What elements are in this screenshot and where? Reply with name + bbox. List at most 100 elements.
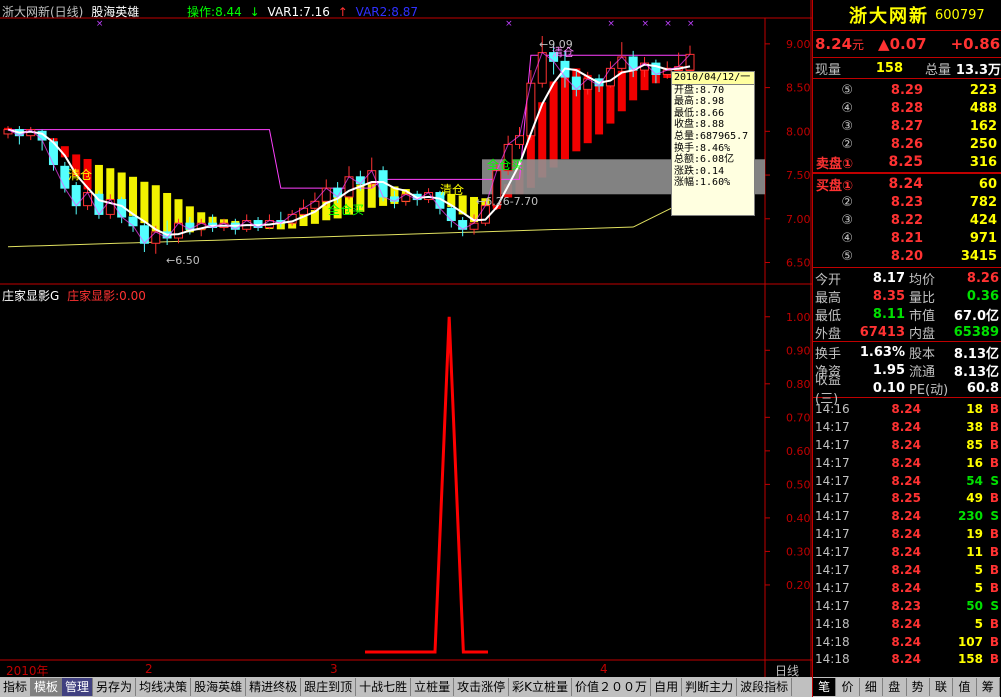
quote-tab-7[interactable]: 筹 [977,678,1000,696]
bid-level: ② 8.23 782 [841,194,997,210]
candle-body [571,76,581,90]
y-tick-label: 9.00 [786,38,811,51]
price-change: ▲0.07 [878,35,927,53]
y-tick-label: 8.50 [786,82,811,95]
quote-tab-6[interactable]: 值 [953,678,977,696]
signal-marker-x: × [96,19,104,29]
tick-row: 14:18 8.24 5 B [815,616,999,631]
toolbar-tab-13[interactable]: 自用 [651,678,683,696]
quote-panel: 浙大网新 600797 8.24 元 ▲0.07 +0.86 现量 158 总量… [812,0,1001,697]
tick-list: 14:16 8.24 18 B 14:17 8.24 38 B 14:17 8.24 85 B 14:1… [813,398,1001,668]
toolbar-tab-7[interactable]: 跟庄到顶 [301,678,357,696]
tooltip-date: 2010/04/12/一 [672,72,754,85]
buy-signal-2: 全仓买 [487,158,524,172]
candle-body [174,222,183,239]
stat-row: 收益(三) 0.10 PE(动) 60.8 [815,373,999,407]
tick-row: 14:17 8.24 5 B [815,580,999,595]
toolbar-tab-14[interactable]: 判断主力 [682,678,738,696]
op-label: 操作:8.44 [187,5,242,19]
band-bar [129,176,138,216]
x-axis-month-4: 4 [600,662,608,676]
toolbar-tab-10[interactable]: 攻击涨停 [454,678,510,696]
spike-line [365,316,488,654]
range-price-label: ←6.26-7.70 [476,195,539,208]
candle-body [185,222,195,230]
candle-body [537,52,547,84]
toolbar-tab-0[interactable]: 指标 [0,678,32,696]
quote-title: 浙大网新 600797 [813,0,1001,30]
last-price: 8.24 [815,35,853,53]
tooltip-high: 最高:8.98 [674,96,725,108]
candle-body [617,56,627,69]
y-tick-label: 7.00 [786,213,811,226]
toolbar-tab-1[interactable]: 模板 [31,678,63,696]
tick-row: 14:17 8.23 50 S [815,598,999,613]
signal-marker-x: × [642,19,650,29]
volume-row: 现量 158 总量 13.3万 [815,60,1001,78]
stats-block: 今开 8.17 均价 8.26 最高 8.35 量比 0.36 最低 8.11 市值 67.0亿 外盘 6… [813,268,1001,342]
main-chart-header: 浙大网新(日线) 股海英雄 操作:8.44 ↓ VAR1:7.16 ↑ VAR2… [2,5,419,19]
signal-marker-x: × [664,19,672,29]
toolbar-tab-6[interactable]: 精进终极 [246,678,302,696]
toolbar-tab-4[interactable]: 均线决策 [136,678,192,696]
toolbar-tab-11[interactable]: 彩K立桩量 [509,678,573,696]
candle-body [310,200,320,209]
stock-name: 浙大网新 [849,6,929,27]
tooltip-low: 最低:8.66 [674,107,725,119]
toolbar-tab-15[interactable]: 波段指标 [737,678,793,696]
signal-marker-x: × [607,19,615,29]
tick-row: 14:17 8.24 85 B [815,437,999,452]
tick-row: 14:17 8.24 19 B [815,527,999,542]
bid-level: ⑤ 8.20 3415 [841,248,997,264]
price-pct: +0.86 [950,35,1001,53]
toolbar-tab-2[interactable]: 管理 [62,678,94,696]
quote-tab-5[interactable]: 联 [930,678,954,696]
tick-row: 14:17 8.24 54 S [815,473,999,488]
y-tick-label: 8.00 [786,125,811,138]
quote-tab-0[interactable]: 笔 [813,678,837,696]
band-bar [617,70,626,112]
candle-info-tooltip: 2010/04/12/一 开盘:8.70 最高:8.98 最低:8.66 收盘:… [671,71,755,216]
toolbar-tab-9[interactable]: 立桩量 [411,678,455,696]
quote-tab-2[interactable]: 细 [860,678,884,696]
indicator-name: 股海英雄 [91,5,140,19]
y-tick-label: 7.50 [786,169,811,182]
band-bar [140,181,149,224]
stat-row: 外盘 67413 内盘 65389 [815,324,999,342]
sub-indicator-name: 庄家显影G [2,289,60,303]
stock-code: 600797 [935,7,985,23]
tooltip-close: 收盘:8.88 [674,119,725,131]
sub-y-tick-label: 0.40 [786,512,811,525]
sub-y-tick-label: 0.50 [786,478,811,491]
quote-tab-4[interactable]: 势 [907,678,930,696]
tick-row: 14:17 8.24 11 B [815,545,999,560]
quote-tab-1[interactable]: 价 [836,678,860,696]
clear-signal-3: 清仓 [552,46,574,59]
y-tick-label: 6.50 [786,257,811,270]
quote-tabs: 笔价细盘势联值筹 [813,677,1000,697]
bid-level: 买盘① 8.24 60 [815,176,997,194]
candle-body [515,135,524,145]
quote-tab-3[interactable]: 盘 [883,678,907,696]
tooltip-turnover: 换手:8.46% [674,142,731,154]
candle-body [83,192,93,207]
toolbar-tab-3[interactable]: 另存为 [93,678,137,696]
indicator-toolbar: 指标 模板 管理 另存为 均线决策 股海英雄 精进终极 跟庄到顶 十战七胜 立桩量 攻击涨停 彩K立桩… [0,677,812,697]
tick-row: 14:17 8.24 5 B [815,562,999,577]
sub-y-tick-label: 1.00 [786,311,811,324]
toolbar-tab-8[interactable]: 十战七胜 [356,678,412,696]
x-axis-month-3: 3 [330,662,338,676]
ask-book: ⑤ 8.29 223 ④ 8.28 488 ③ 8.27 162 ② 8.26 250… [813,79,1001,172]
toolbar-tab-5[interactable]: 股海英雄 [191,678,247,696]
tick-row: 14:18 8.24 158 B [815,652,999,667]
candle-body [128,216,138,227]
sub-y-tick-label: 0.90 [786,344,811,357]
tick-row: 14:17 8.25 49 B [815,491,999,506]
stat-row: 最高 8.35 量比 0.36 [815,288,999,306]
stat-row: 换手 1.63% 股本 8.13亿 [815,344,999,362]
total-volume: 13.3万 [955,62,1001,78]
sub-y-tick-label: 0.70 [786,411,811,424]
toolbar-tab-12[interactable]: 价值２００万 [572,678,652,696]
stat-row: 今开 8.17 均价 8.26 [815,270,999,288]
clear-signal-2: 清仓 [440,183,465,197]
